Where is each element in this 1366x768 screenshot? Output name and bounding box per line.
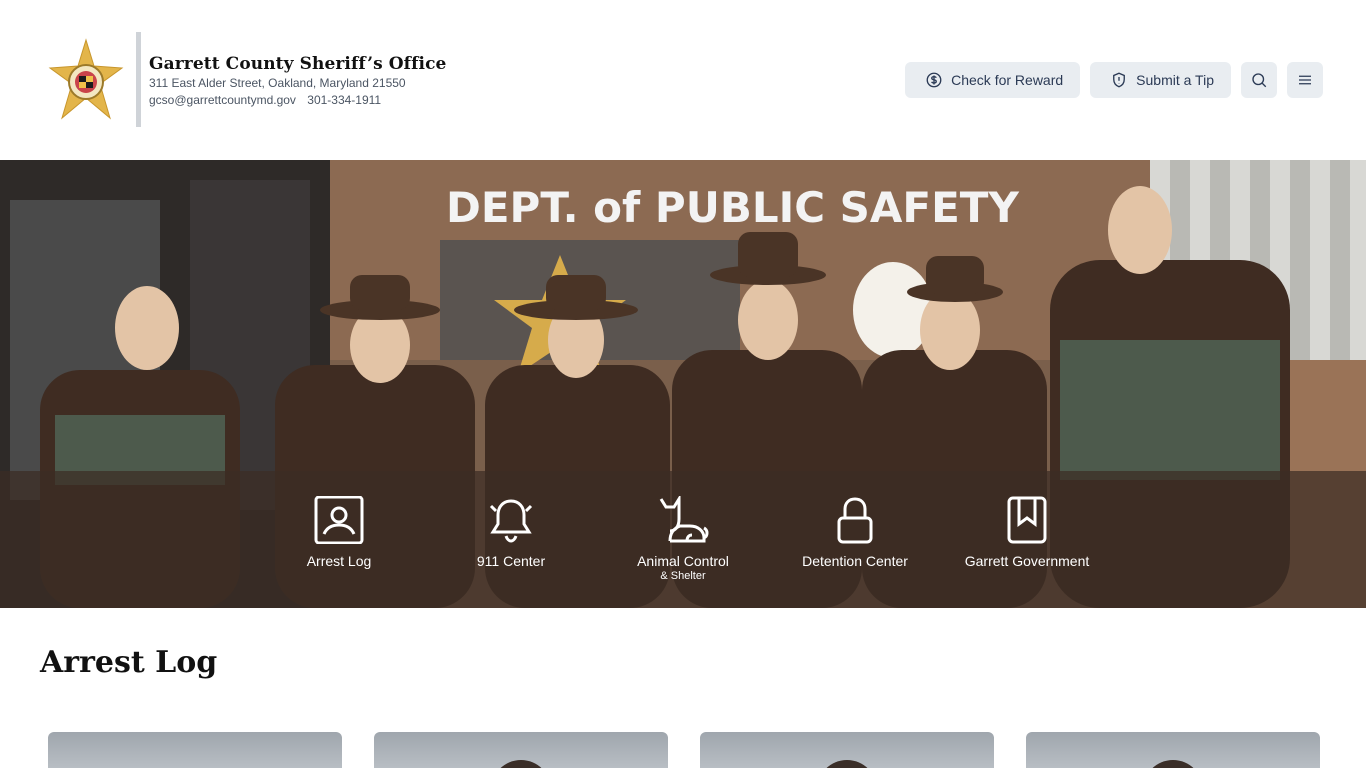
- mugshot-photo: [817, 760, 877, 768]
- address: 311 East Alder Street, Oakland, Maryland…: [149, 76, 406, 90]
- check-reward-button[interactable]: Check for Reward: [905, 62, 1081, 98]
- email-link[interactable]: gcso@garrettcountymd.gov: [149, 93, 296, 107]
- quick-link-detention-center[interactable]: Detention Center: [769, 471, 941, 608]
- shield-alert-icon: [1113, 72, 1126, 88]
- quick-link-arrest-log[interactable]: Arrest Log: [253, 471, 425, 608]
- quick-links-bar: Arrest Log 911 Center Animal Control & S…: [0, 471, 1366, 608]
- mugshot-photo: [491, 760, 551, 768]
- contact-line: gcso@garrettcountymd.gov 301-334-1911: [149, 93, 446, 108]
- arrest-card[interactable]: [48, 732, 342, 768]
- search-button[interactable]: [1241, 62, 1277, 98]
- quick-link-label: 911 Center: [476, 553, 546, 569]
- hero-sign-text: DEPT. of PUBLIC SAFETY: [446, 183, 1019, 232]
- quick-link-label: Detention Center: [802, 553, 908, 569]
- hamburger-menu-icon: [1299, 75, 1311, 85]
- brand-block: Garrett County Sheriff’s Office 311 East…: [149, 54, 446, 108]
- check-reward-label: Check for Reward: [951, 72, 1064, 88]
- arrest-log-heading: Arrest Log: [40, 645, 218, 680]
- submit-tip-label: Submit a Tip: [1136, 72, 1214, 88]
- cat-icon: [659, 496, 709, 543]
- sheriff-star-logo[interactable]: [48, 38, 124, 122]
- dollar-circle-icon: [926, 72, 942, 88]
- header-actions: Check for Reward Submit a Tip: [905, 62, 1323, 98]
- portrait-icon: [314, 496, 364, 544]
- bookmark-icon: [1007, 496, 1047, 544]
- quick-link-label: Garrett Government: [964, 553, 1090, 569]
- quick-links: Arrest Log 911 Center Animal Control & S…: [253, 471, 1113, 608]
- mugshot-photo: [1143, 760, 1203, 768]
- arrest-card[interactable]: [374, 732, 668, 768]
- arrest-log-cards: [48, 732, 1320, 768]
- site-header: Garrett County Sheriff’s Office 311 East…: [0, 0, 1366, 160]
- hero-banner: DEPT. of PUBLIC SAFETY Arrest Log 911 Ce…: [0, 160, 1366, 608]
- submit-tip-button[interactable]: Submit a Tip: [1090, 62, 1231, 98]
- quick-link-911-center[interactable]: 911 Center: [425, 471, 597, 608]
- quick-link-garrett-government[interactable]: Garrett Government: [941, 471, 1113, 608]
- arrest-card[interactable]: [1026, 732, 1320, 768]
- quick-link-label: Arrest Log: [306, 553, 372, 569]
- bell-icon: [489, 499, 533, 543]
- phone-link[interactable]: 301-334-1911: [307, 93, 381, 107]
- lock-icon: [837, 497, 873, 544]
- arrest-card[interactable]: [700, 732, 994, 768]
- quick-link-animal-control[interactable]: Animal Control & Shelter: [597, 471, 769, 608]
- brand-divider: [136, 32, 141, 127]
- search-icon: [1252, 73, 1267, 88]
- site-title[interactable]: Garrett County Sheriff’s Office: [149, 54, 446, 74]
- quick-link-sublabel: & Shelter: [660, 570, 706, 582]
- menu-button[interactable]: [1287, 62, 1323, 98]
- quick-link-label: Animal Control: [637, 553, 729, 569]
